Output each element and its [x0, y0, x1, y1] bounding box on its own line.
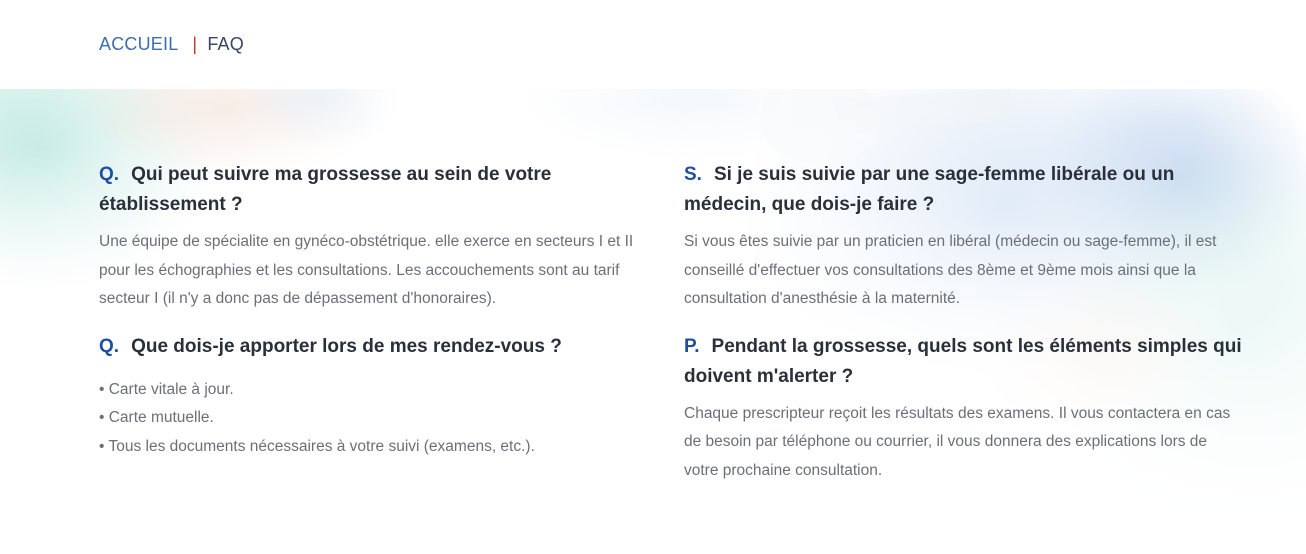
breadcrumb: ACCUEIL | FAQ: [99, 34, 244, 55]
faq-question: S. Si je suis suivie par une sage-femme l…: [684, 160, 1244, 220]
faq-question: P. Pendant la grossesse, quels sont les é…: [684, 332, 1244, 392]
page: ACCUEIL | FAQ Q. Qui peut suivre ma gross…: [0, 0, 1306, 554]
question-text: Si je suis suivie par une sage-femme lib…: [684, 164, 1175, 215]
breadcrumb-home-link[interactable]: ACCUEIL: [99, 34, 178, 55]
list-item: Tous les documents nécessaires à votre s…: [99, 433, 659, 462]
question-text: Qui peut suivre ma grossesse au sein de …: [99, 164, 552, 215]
header: ACCUEIL | FAQ: [0, 0, 1306, 89]
faq-answer-list: Carte vitale à jour. Carte mutuelle. Tou…: [99, 376, 659, 462]
question-marker: Q.: [99, 164, 120, 185]
faq-item: P. Pendant la grossesse, quels sont les é…: [684, 332, 1244, 486]
question-marker: S.: [684, 164, 702, 185]
list-item: Carte mutuelle.: [99, 404, 659, 433]
faq-item: S. Si je suis suivie par une sage-femme l…: [684, 160, 1244, 314]
faq-answer: Si vous êtes suivie par un praticien en …: [684, 233, 1217, 307]
faq-answer: Une équipe de spécialite en gynéco-obsté…: [99, 233, 634, 307]
breadcrumb-separator: |: [192, 34, 198, 54]
question-text: Pendant la grossesse, quels sont les élé…: [684, 335, 1242, 387]
faq-column-right: S. Si je suis suivie par une sage-femme l…: [684, 160, 1244, 503]
faq-question: Q. Qui peut suivre ma grossesse au sein d…: [99, 160, 659, 220]
list-item: Carte vitale à jour.: [99, 376, 659, 405]
breadcrumb-current-page: FAQ: [207, 34, 244, 54]
question-marker: P.: [684, 335, 700, 357]
faq-answer: Chaque prescripteur reçoit les résultats…: [684, 404, 1231, 479]
faq-item: Q. Que dois-je apporter lors de mes rende…: [99, 332, 659, 462]
question-marker: Q.: [99, 335, 120, 357]
faq-question: Q. Que dois-je apporter lors de mes rende…: [99, 332, 659, 362]
faq-item: Q. Qui peut suivre ma grossesse au sein d…: [99, 160, 659, 314]
faq-column-left: Q. Qui peut suivre ma grossesse au sein d…: [99, 160, 659, 479]
question-text: Que dois-je apporter lors de mes rendez-…: [131, 335, 562, 357]
